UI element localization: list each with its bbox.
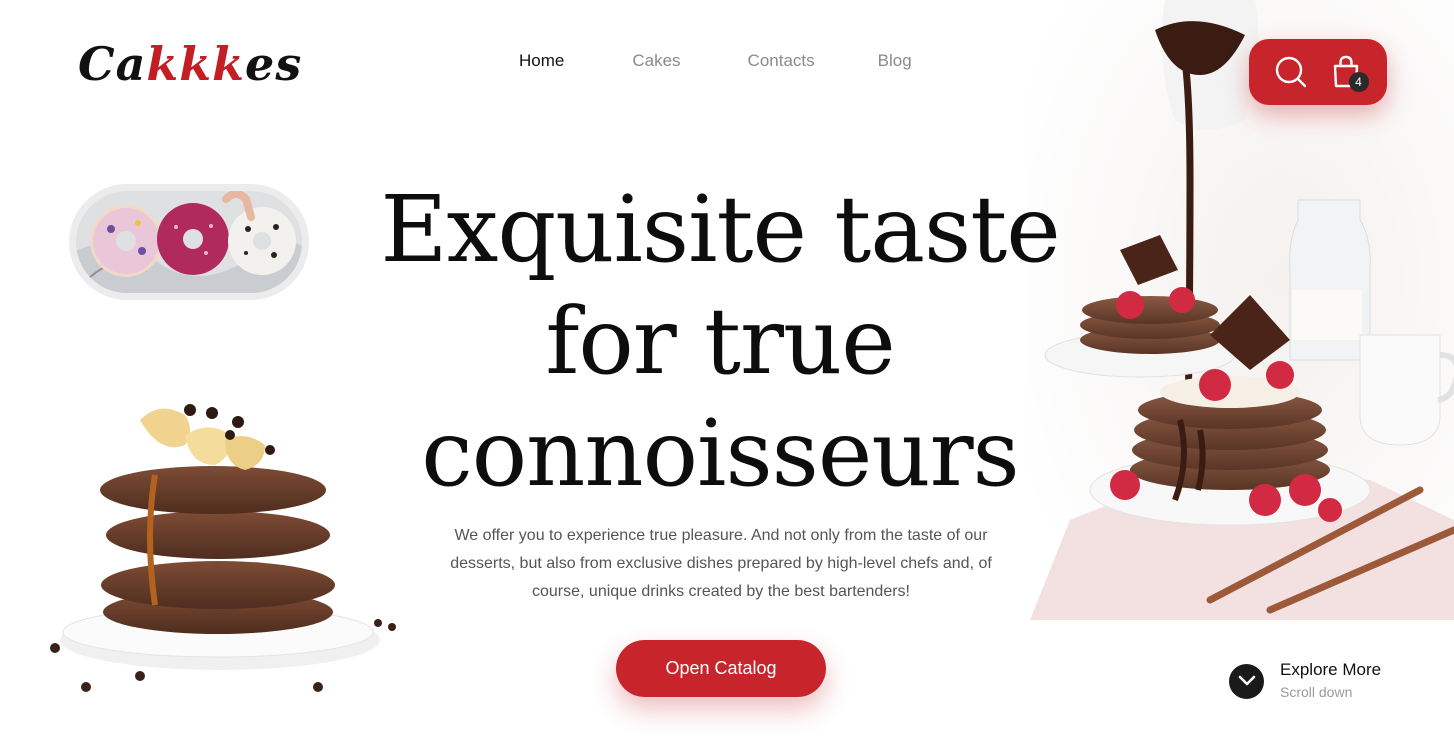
logo-text-part: es: [245, 37, 303, 91]
brand-logo[interactable]: Cakkkes: [78, 34, 302, 94]
nav-item-contacts[interactable]: Contacts: [748, 50, 815, 74]
donuts-thumbnail: [69, 184, 309, 300]
explore-subtitle: Scroll down: [1280, 684, 1353, 700]
search-button[interactable]: [1270, 51, 1312, 93]
nav-item-home[interactable]: Home: [519, 50, 564, 74]
cart-button[interactable]: 4: [1325, 51, 1369, 93]
chevron-down-icon: [1229, 663, 1264, 699]
explore-title: Explore More: [1280, 660, 1382, 679]
hero-description: We offer you to experience true pleasure…: [450, 527, 992, 600]
main-nav: Home Cakes Contacts Blog: [510, 50, 912, 74]
nav-item-blog[interactable]: Blog: [878, 50, 912, 74]
header-actions: 4: [1249, 39, 1387, 105]
open-catalog-button[interactable]: Open Catalog: [616, 640, 826, 697]
logo-text-accent: kkk: [146, 37, 246, 91]
explore-more-link[interactable]: Explore More Scroll down: [1229, 660, 1381, 702]
donuts-photo: [76, 191, 302, 293]
hero-title-line: Exquisite taste: [380, 176, 1060, 283]
hero-title-line: connoisseurs: [421, 400, 1020, 507]
pancake-chocolate-photo: [1030, 0, 1454, 620]
hero-title-line: for true: [545, 288, 895, 395]
logo-text-part: Ca: [78, 37, 147, 91]
nav-item-cakes[interactable]: Cakes: [632, 50, 680, 74]
hero-title: Exquisite taste for true connoisseurs: [360, 174, 1080, 510]
cart-count-badge: 4: [1348, 72, 1369, 92]
search-icon: [1275, 56, 1306, 88]
